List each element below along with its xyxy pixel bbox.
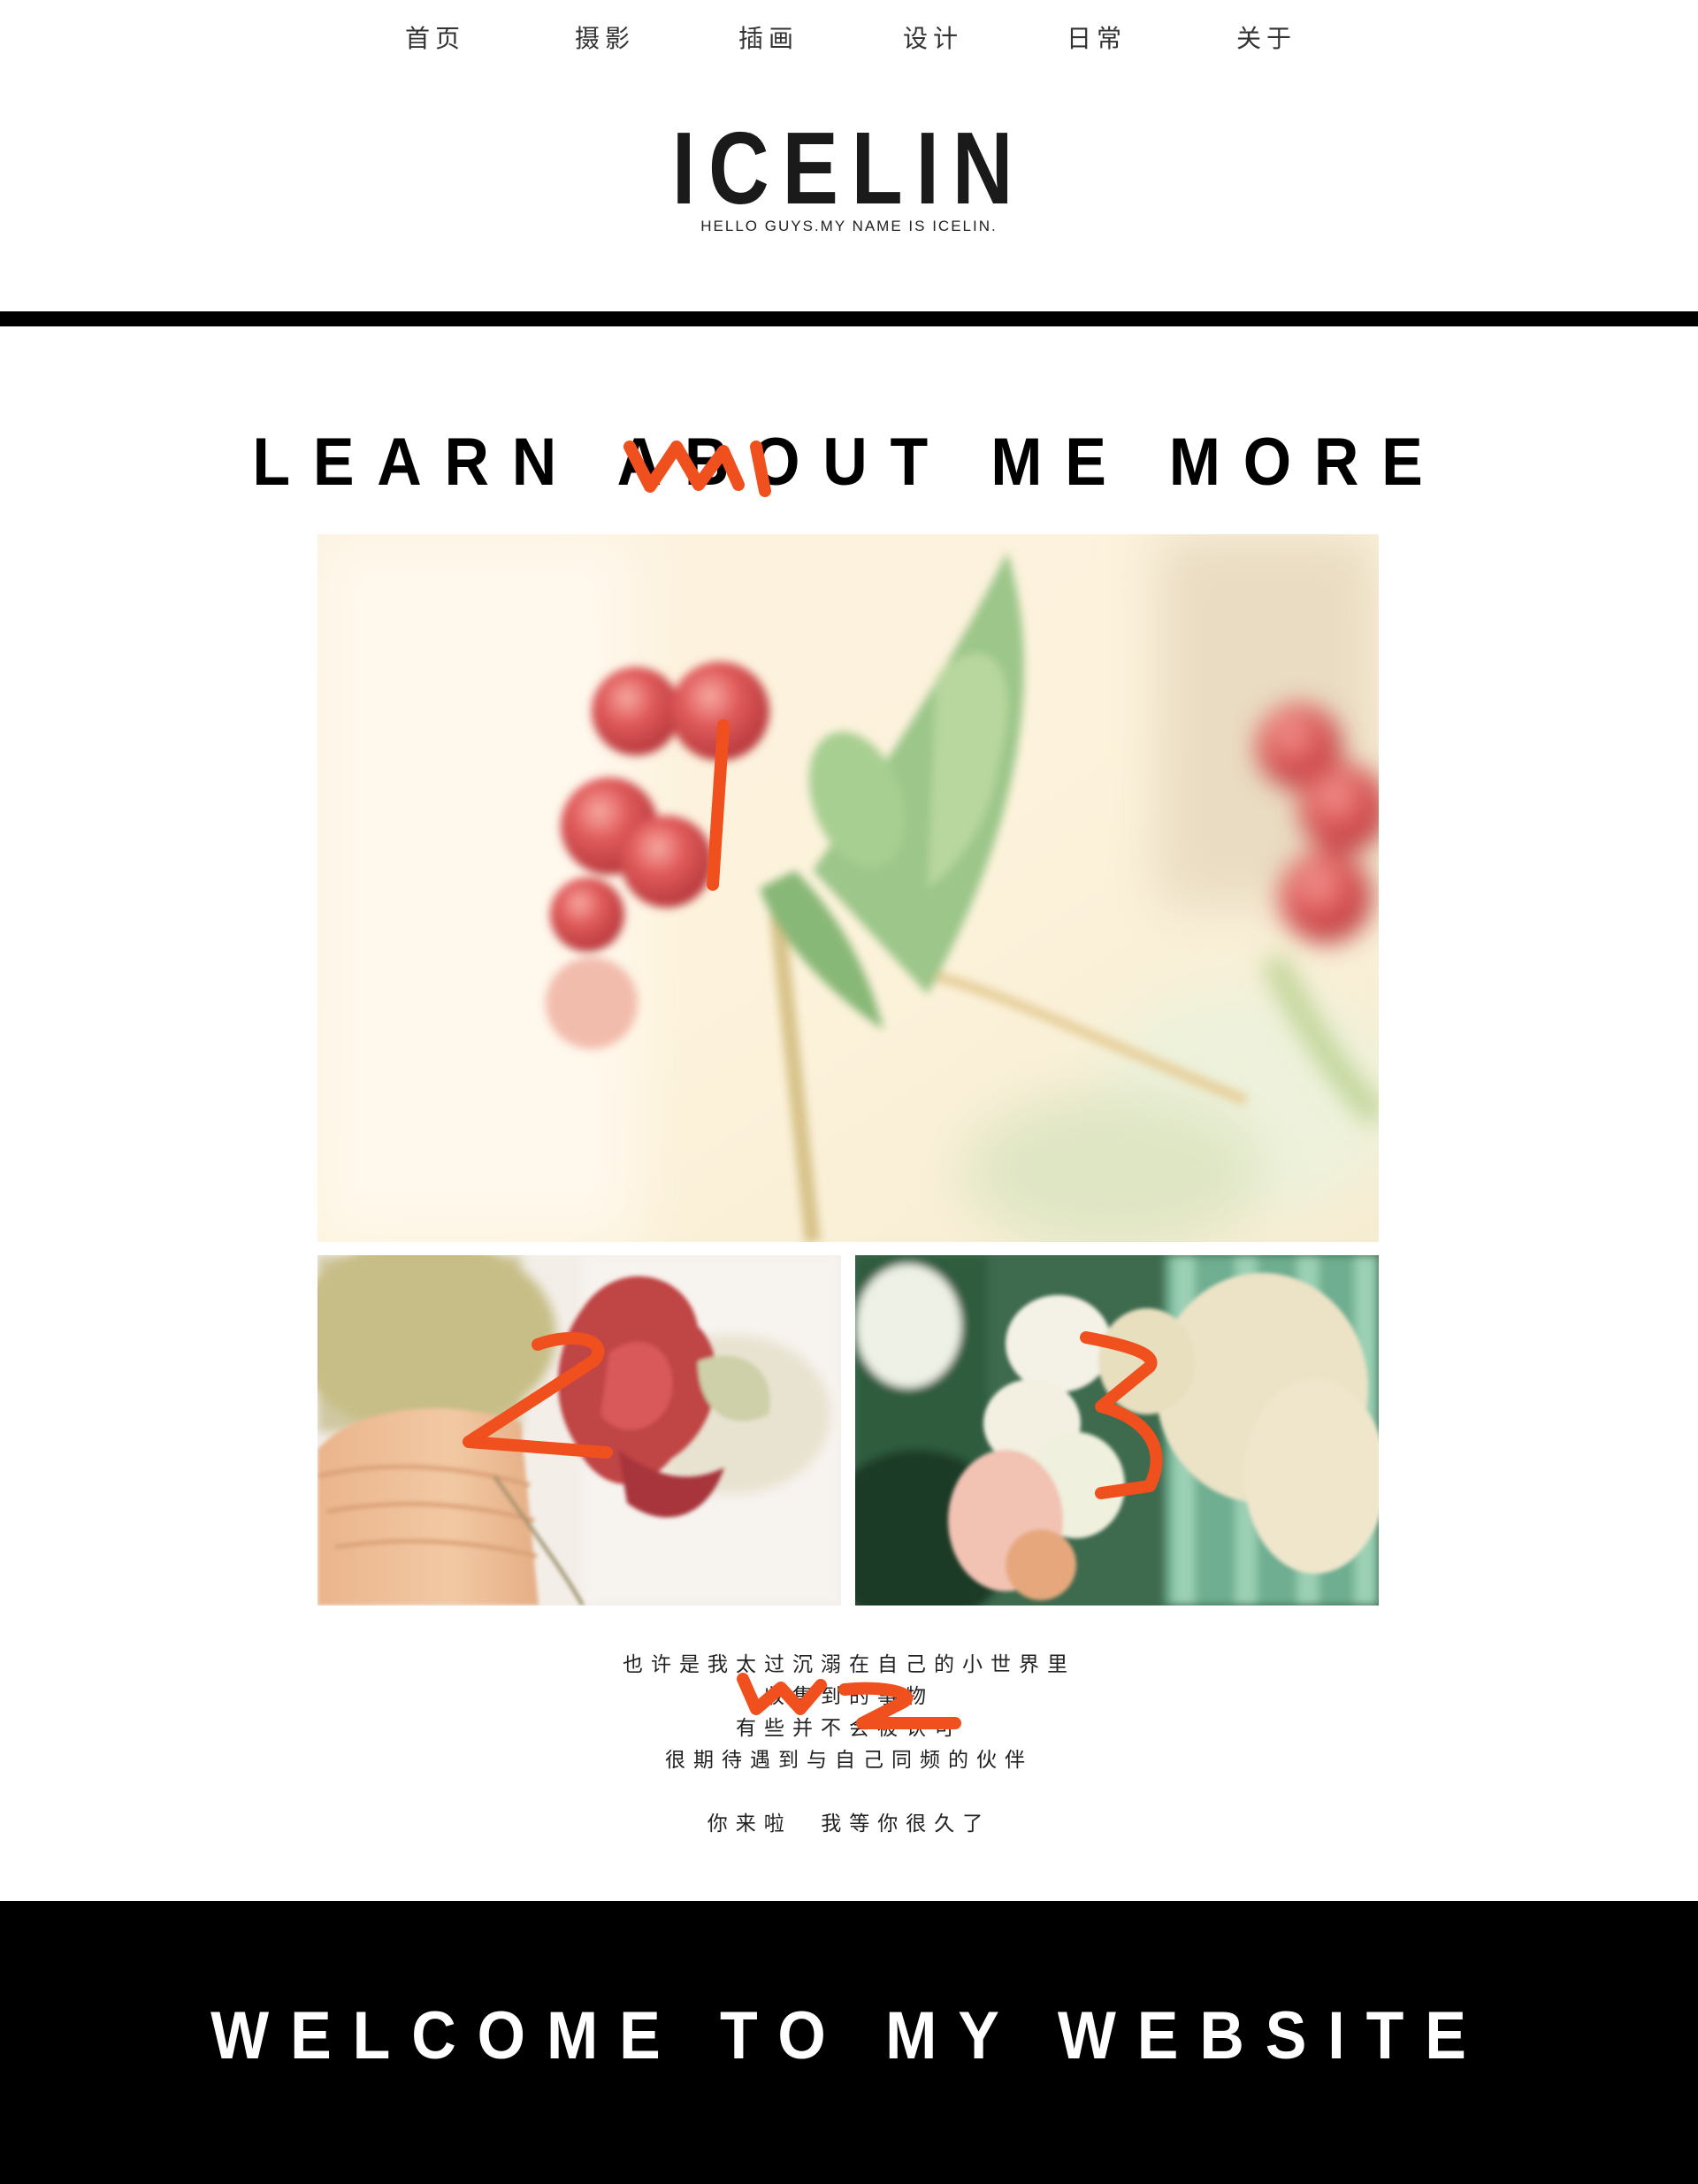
top-nav: 首页 摄影 插画 设计 日常 关于 bbox=[0, 0, 1698, 74]
berries-photo bbox=[317, 534, 1379, 1242]
dried-rose-photo bbox=[317, 1255, 841, 1605]
poem-line-4: 很期待遇到与自己同频的伙伴 bbox=[665, 1749, 1033, 1772]
poem-spacer bbox=[0, 1776, 1698, 1808]
nav-item-home[interactable]: 首页 bbox=[405, 19, 465, 55]
nav-item-about[interactable]: 关于 bbox=[1236, 19, 1296, 55]
site-tagline: HELLO GUYS.MY NAME IS ICELIN. bbox=[700, 218, 998, 234]
flower-bouquet-photo bbox=[855, 1255, 1379, 1605]
site-logo[interactable]: ICELIN bbox=[153, 115, 1545, 221]
poem-line-1: 也许是我太过沉溺在自己的小世界里 bbox=[623, 1653, 1075, 1676]
intro-poem: 也许是我太过沉溺在自己的小世界里 收集到的事物 有些并不会被认可 很期待遇到与自… bbox=[0, 1649, 1698, 1840]
poem-line-2: 收集到的事物 bbox=[764, 1685, 934, 1708]
poem-line-3: 有些并不会被认可 bbox=[736, 1717, 962, 1740]
nav-item-daily[interactable]: 日常 bbox=[1067, 19, 1127, 55]
poem-line-5: 你来啦 我等你很久了 bbox=[707, 1812, 991, 1835]
nav-item-design[interactable]: 设计 bbox=[903, 19, 963, 55]
footer: WELCOME TO MY WEBSITE bbox=[0, 1901, 1698, 2184]
nav-item-illustration[interactable]: 插画 bbox=[738, 19, 799, 55]
nav-item-photography[interactable]: 摄影 bbox=[575, 19, 635, 55]
footer-title: WELCOME TO MY WEBSITE bbox=[210, 1998, 1488, 2073]
section-heading: LEARN ABOUT ME MORE bbox=[252, 425, 1446, 500]
header-divider bbox=[0, 311, 1698, 326]
